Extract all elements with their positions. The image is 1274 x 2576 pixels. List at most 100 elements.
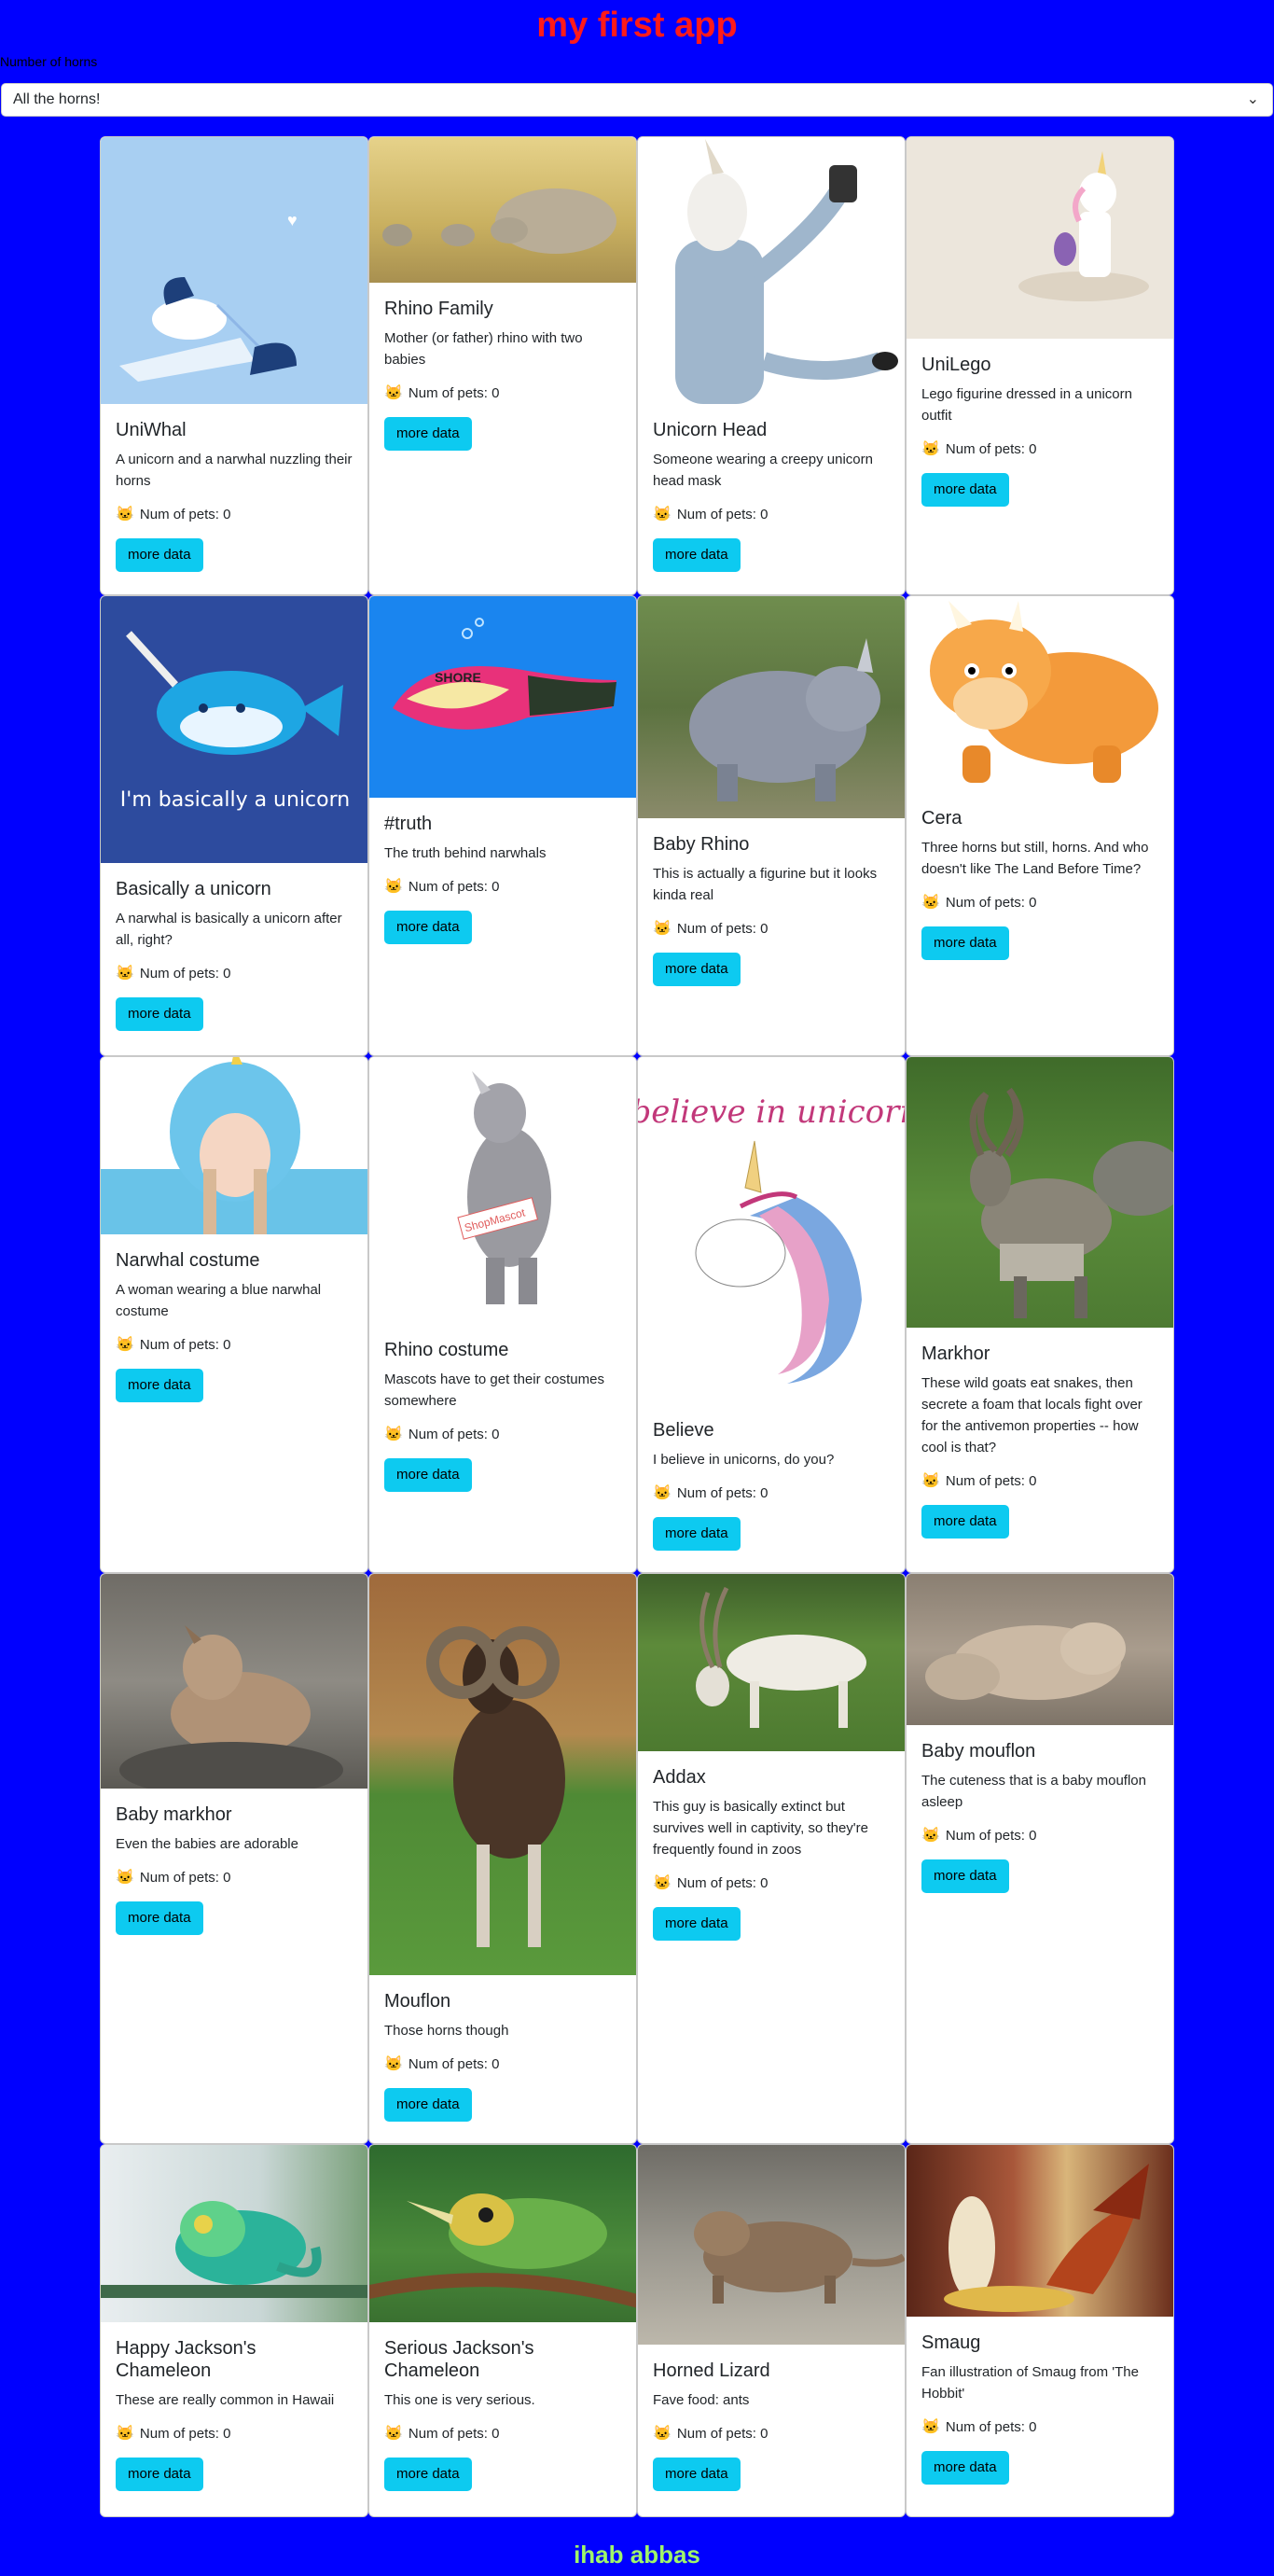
more-data-button[interactable]: more data [116,1901,203,1935]
pets-count: 🐱 Num of pets: 0 [384,2424,621,2444]
cat-face-icon: 🐱 [653,507,672,522]
more-data-button[interactable]: more data [384,2088,472,2122]
more-data-button[interactable]: more data [921,926,1009,960]
horns-filter-select[interactable]: All the horns! ⌄ [1,83,1273,117]
more-data-button[interactable]: more data [653,1907,741,1941]
more-data-button[interactable]: more data [116,2458,203,2491]
beast-card[interactable]: I'm basically a unicorn Basically a unic… [100,595,368,1056]
beast-card[interactable]: Cera Three horns but still, horns. And w… [906,595,1174,1056]
beast-description: Those horns though [384,2023,509,2039]
beast-image-unicorn-head [638,137,905,404]
beast-card[interactable]: I believe in unicorns Believe I believe … [637,1056,906,1573]
pets-count: 🐱 Num of pets: 0 [116,505,353,525]
more-data-button[interactable]: more data [384,911,472,944]
cat-face-icon: 🐱 [116,2426,134,2442]
beast-card[interactable]: Baby Rhino This is actually a figurine b… [637,595,906,1056]
more-data-button[interactable]: more data [384,2458,472,2491]
pets-count: 🐱 Num of pets: 0 [921,2417,1158,2438]
beast-title: Unicorn Head [653,420,768,440]
pets-count: 🐱 Num of pets: 0 [116,964,353,984]
beast-title: Rhino Family [384,299,493,319]
beast-card[interactable]: Narwhal costume A woman wearing a blue n… [100,1056,368,1573]
beast-image-cera [907,596,1173,792]
beast-description: This is actually a figurine but it looks… [653,866,878,903]
beast-card[interactable]: SHORE #truth The truth behind narwhals 🐱… [368,595,637,1056]
beast-description: Mascots have to get their costumes somew… [384,1372,604,1409]
cat-face-icon: 🐱 [384,385,403,401]
beast-description: I believe in unicorns, do you? [653,1452,835,1468]
more-data-button[interactable]: more data [653,538,741,572]
beast-description: The truth behind narwhals [384,845,547,861]
more-data-button[interactable]: more data [653,953,741,986]
cat-face-icon: 🐱 [384,2056,403,2072]
more-data-button[interactable]: more data [384,417,472,451]
app-title: my first app [536,6,738,45]
beast-card[interactable]: Rhino Family Mother (or father) rhino wi… [368,136,637,595]
svg-text:♥: ♥ [287,211,298,230]
beast-card[interactable]: UniLego Lego figurine dressed in a unico… [906,136,1174,595]
beast-card[interactable]: ShopMascot Rhino costume Mascots have to… [368,1056,637,1573]
beast-title: Baby Rhino [653,834,750,855]
beast-image-believe: I believe in unicorns [638,1057,905,1404]
horns-filter-value: All the horns! [13,91,101,107]
pets-count: 🐱 Num of pets: 0 [921,1471,1158,1492]
beast-card[interactable]: Unicorn Head Someone wearing a creepy un… [637,136,906,595]
beast-title: Horned Lizard [653,2360,770,2381]
more-data-button[interactable]: more data [921,473,1009,507]
cat-face-icon: 🐱 [384,879,403,895]
svg-text:I believe in unicorns: I believe in unicorns [638,1093,905,1131]
beast-description: Someone wearing a creepy unicorn head ma… [653,452,873,489]
beast-description: This guy is basically extinct but surviv… [653,1799,868,1858]
pets-count: 🐱 Num of pets: 0 [384,877,621,898]
beast-description: Even the babies are adorable [116,1836,298,1852]
more-data-button[interactable]: more data [116,997,203,1031]
cat-face-icon: 🐱 [653,2426,672,2442]
beast-card[interactable]: Mouflon Those horns though 🐱 Num of pets:… [368,1573,637,2144]
cat-face-icon: 🐱 [921,1473,940,1489]
beast-title: Mouflon [384,1991,451,2012]
pets-count: 🐱 Num of pets: 0 [653,1483,890,1504]
pets-count: 🐱 Num of pets: 0 [384,383,621,404]
more-data-button[interactable]: more data [653,1517,741,1551]
beast-title: UniWhal [116,420,187,440]
beast-card[interactable]: Serious Jackson's Chameleon This one is … [368,2144,637,2517]
beast-card[interactable]: Baby markhor Even the babies are adorabl… [100,1573,368,2144]
beast-description: These are really common in Hawaii [116,2392,335,2408]
more-data-button[interactable]: more data [384,1458,472,1492]
beast-card[interactable]: Happy Jackson's Chameleon These are real… [100,2144,368,2517]
beast-image-baby-rhino [638,596,905,818]
cat-face-icon: 🐱 [116,1870,134,1886]
cat-face-icon: 🐱 [116,1337,134,1353]
beast-card[interactable]: Smaug Fan illustration of Smaug from 'Th… [906,2144,1174,2517]
pets-count: 🐱 Num of pets: 0 [116,2424,353,2444]
more-data-button[interactable]: more data [116,1369,203,1402]
pets-count: 🐱 Num of pets: 0 [653,505,890,525]
beast-description: A narwhal is basically a unicorn after a… [116,911,342,948]
beast-image-baby-mouflon [907,1574,1173,1725]
more-data-button[interactable]: more data [921,2451,1009,2485]
cat-face-icon: 🐱 [921,895,940,911]
more-data-button[interactable]: more data [653,2458,741,2491]
cat-face-icon: 🐱 [384,2426,403,2442]
svg-text:I'm basically a unicorn: I'm basically a unicorn [120,788,350,812]
beast-image-rhino-costume: ShopMascot [369,1057,636,1324]
beast-card[interactable]: ♥ UniWhal A unicorn and a narwhal nuzzli… [100,136,368,595]
pets-count: 🐱 Num of pets: 0 [921,893,1158,913]
beast-image-basically-unicorn: I'm basically a unicorn [101,596,367,863]
beast-description: This one is very serious. [384,2392,535,2408]
beast-card[interactable]: Baby mouflon The cuteness that is a baby… [906,1573,1174,2144]
beast-image-truth: SHORE [369,596,636,798]
beast-card[interactable]: Addax This guy is basically extinct but … [637,1573,906,2144]
more-data-button[interactable]: more data [116,538,203,572]
more-data-button[interactable]: more data [921,1859,1009,1893]
beast-image-unilego [907,137,1173,339]
more-data-button[interactable]: more data [921,1505,1009,1539]
beast-card[interactable]: Markhor These wild goats eat snakes, the… [906,1056,1174,1573]
pets-count: 🐱 Num of pets: 0 [921,1826,1158,1846]
beast-description: A woman wearing a blue narwhal costume [116,1282,322,1319]
beast-card[interactable]: Horned Lizard Fave food: ants 🐱 Num of pe… [637,2144,906,2517]
svg-text:SHORE: SHORE [435,670,481,685]
pets-count: 🐱 Num of pets: 0 [653,919,890,940]
cat-face-icon: 🐱 [921,441,940,457]
beast-description: Fave food: ants [653,2392,750,2408]
